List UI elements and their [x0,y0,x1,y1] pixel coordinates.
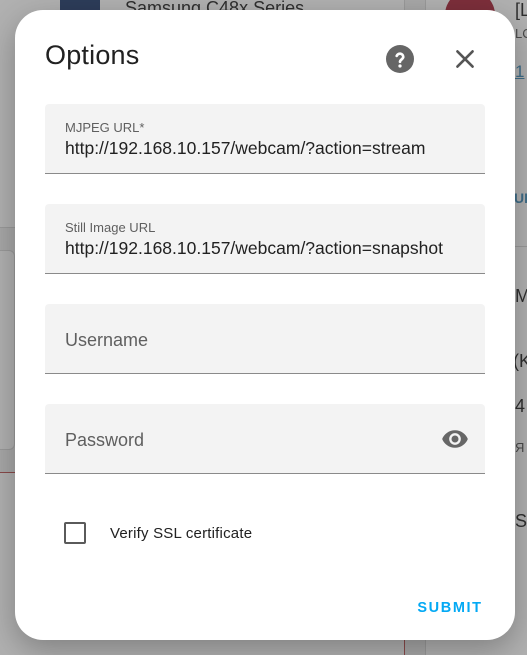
still-image-url-label: Still Image URL [65,220,156,235]
password-input[interactable]: Password [65,430,144,451]
username-input[interactable]: Username [65,330,148,351]
background-text: [L [515,0,527,20]
background-card [0,250,15,450]
password-field[interactable]: Password [45,404,485,474]
still-image-url-field[interactable]: Still Image URL http://192.168.10.157/we… [45,204,485,274]
options-dialog: Options MJPEG URL* http://192.168.10.157… [15,10,515,640]
username-field[interactable]: Username [45,304,485,374]
dialog-title: Options [45,40,140,70]
close-icon[interactable] [452,46,478,72]
background-action: UR [514,190,527,206]
verify-ssl-label: Verify SSL certificate [110,525,253,542]
mjpeg-url-label: MJPEG URL* [65,120,145,135]
help-circle-icon[interactable] [386,45,414,73]
still-image-url-input[interactable]: http://192.168.10.157/webcam/?action=sna… [65,238,475,259]
mjpeg-url-input[interactable]: http://192.168.10.157/webcam/?action=str… [65,138,475,159]
background-text: Я [515,440,525,455]
background-text: M [515,286,527,306]
background-text: 4 [515,396,526,416]
verify-ssl-checkbox[interactable] [64,522,86,544]
background-link: 1 [515,62,525,81]
submit-button[interactable]: SUBMIT [410,596,490,620]
background-text: LC [515,26,527,41]
mjpeg-url-field[interactable]: MJPEG URL* http://192.168.10.157/webcam/… [45,104,485,174]
background-text: S [515,511,527,531]
background-text: (K [513,351,527,371]
eye-icon[interactable] [441,425,469,453]
